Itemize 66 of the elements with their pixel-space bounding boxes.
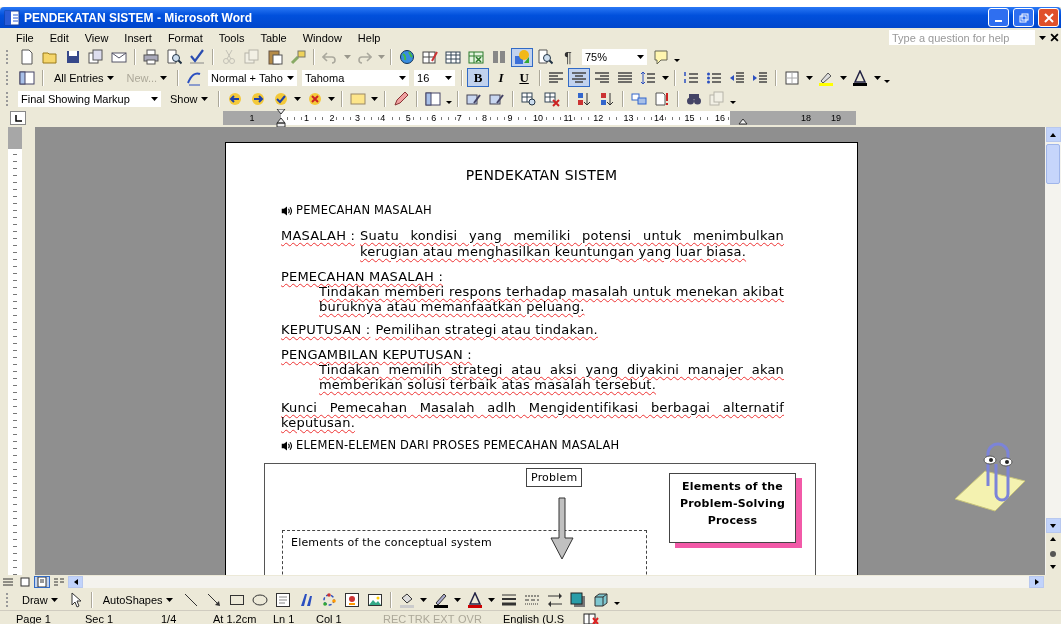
ruler-number: 5 [404, 113, 412, 123]
ruler-number: 7 [455, 113, 463, 123]
term-label: KEPUTUSAN : [281, 322, 371, 338]
status-field: Ln 1 [273, 613, 316, 624]
term-label: PENGAMBILAN KEPUTUSAN : [281, 347, 473, 362]
section-heading: PEMECAHAN MASALAH [296, 203, 432, 218]
menu-item[interactable]: Window [294, 30, 350, 45]
menu-button[interactable]: All Entries [48, 70, 120, 85]
menu-item[interactable]: Tools [210, 30, 253, 45]
paragraph: Kunci Pemecahan Masalah adlh Mengidentifikasi berbagai alternatif keputusan. [281, 400, 784, 430]
ruler-number: 1 [303, 113, 310, 123]
diagram-title-box: Elements of the Problem-Solving Process [669, 473, 796, 543]
definition-text: Pemilihan strategi atau tindakan. [375, 322, 599, 338]
menu-item[interactable]: Format [159, 30, 211, 45]
definition-text: Tindakan memilih strategi atau aksi yang diyakini manajer akan memberikan solusi terbaik atas masalah tersebut. [318, 362, 784, 392]
diagram-node: Problem [526, 468, 583, 487]
menu-button[interactable]: AutoShapes [96, 593, 179, 607]
document-title: PENDEKATAN SISTEM [464, 167, 619, 184]
combo-box[interactable]: 16 [414, 69, 456, 86]
help-search-field[interactable]: Type a question for help [889, 30, 1035, 45]
format-toggle-button[interactable]: U [513, 68, 536, 87]
ruler-number: 4 [379, 113, 387, 123]
paragraph-mark-button[interactable]: ¶ [557, 47, 579, 67]
menu-item[interactable]: Edit [41, 30, 77, 45]
ruler-number: 9 [506, 113, 514, 123]
combo-box[interactable]: Final Showing Markup [18, 90, 161, 107]
ruler-number: 16 [713, 113, 726, 123]
section-heading: ELEMEN-ELEMEN DARI PROSES PEMECAHAN MASALAH [296, 438, 620, 453]
ruler-number: 14 [653, 113, 666, 123]
ruler-number: 1 [248, 113, 256, 123]
ruler-number: 12 [592, 113, 605, 123]
status-field: EXT [433, 613, 458, 624]
status-field: 1/4 [161, 613, 213, 624]
menu-button[interactable]: Draw [16, 593, 64, 607]
menu-item[interactable]: View [76, 30, 117, 45]
ruler-number: 2 [328, 113, 336, 123]
ruler-number: 3 [353, 113, 361, 123]
format-toggle-button[interactable]: B [467, 68, 490, 87]
combo-box[interactable]: Normal + Taho [208, 69, 298, 86]
status-field: Sec 1 [85, 613, 161, 624]
status-field: Col 1 [316, 613, 383, 624]
definition-text: Suatu kondisi yang memiliki potensi untuk menimbulkan kerugian atau menghasilkan keuntungan yang luar biasa. [360, 228, 784, 260]
status-field: TRK [408, 613, 433, 624]
menu-item[interactable]: File [8, 30, 42, 45]
status-field: REC [383, 613, 408, 624]
ruler-number: 6 [430, 113, 438, 123]
term-label: MASALAH : [281, 228, 356, 245]
status-field: At 1.2cm [213, 613, 273, 624]
format-toggle-button[interactable]: I [490, 68, 513, 87]
ruler-number: 19 [830, 113, 842, 123]
combo-box[interactable]: Tahoma [302, 69, 410, 86]
status-field: OVR [458, 613, 503, 624]
ruler-number: 18 [799, 113, 812, 123]
ruler-number: 8 [481, 113, 489, 123]
definition-text: Tindakan memberi respons terhadap masalah untuk menekan akibat buruknya atau memanfaatkan peluang. [318, 284, 784, 314]
ruler-number: 15 [683, 113, 696, 123]
term-label: PEMECAHAN MASALAH : [281, 269, 444, 284]
ruler-number: 10 [531, 113, 544, 123]
menu-item[interactable]: Insert [116, 30, 160, 45]
menu-button[interactable]: Show [164, 91, 214, 106]
window-title: PENDEKATAN SISTEM - Microsoft Word [24, 10, 253, 25]
ruler-number: 13 [622, 113, 635, 123]
menu-item[interactable]: Help [349, 30, 389, 45]
menu-item[interactable]: Table [252, 30, 295, 45]
ruler-number: 11 [562, 113, 574, 123]
combo-box[interactable]: 75% [582, 49, 647, 65]
